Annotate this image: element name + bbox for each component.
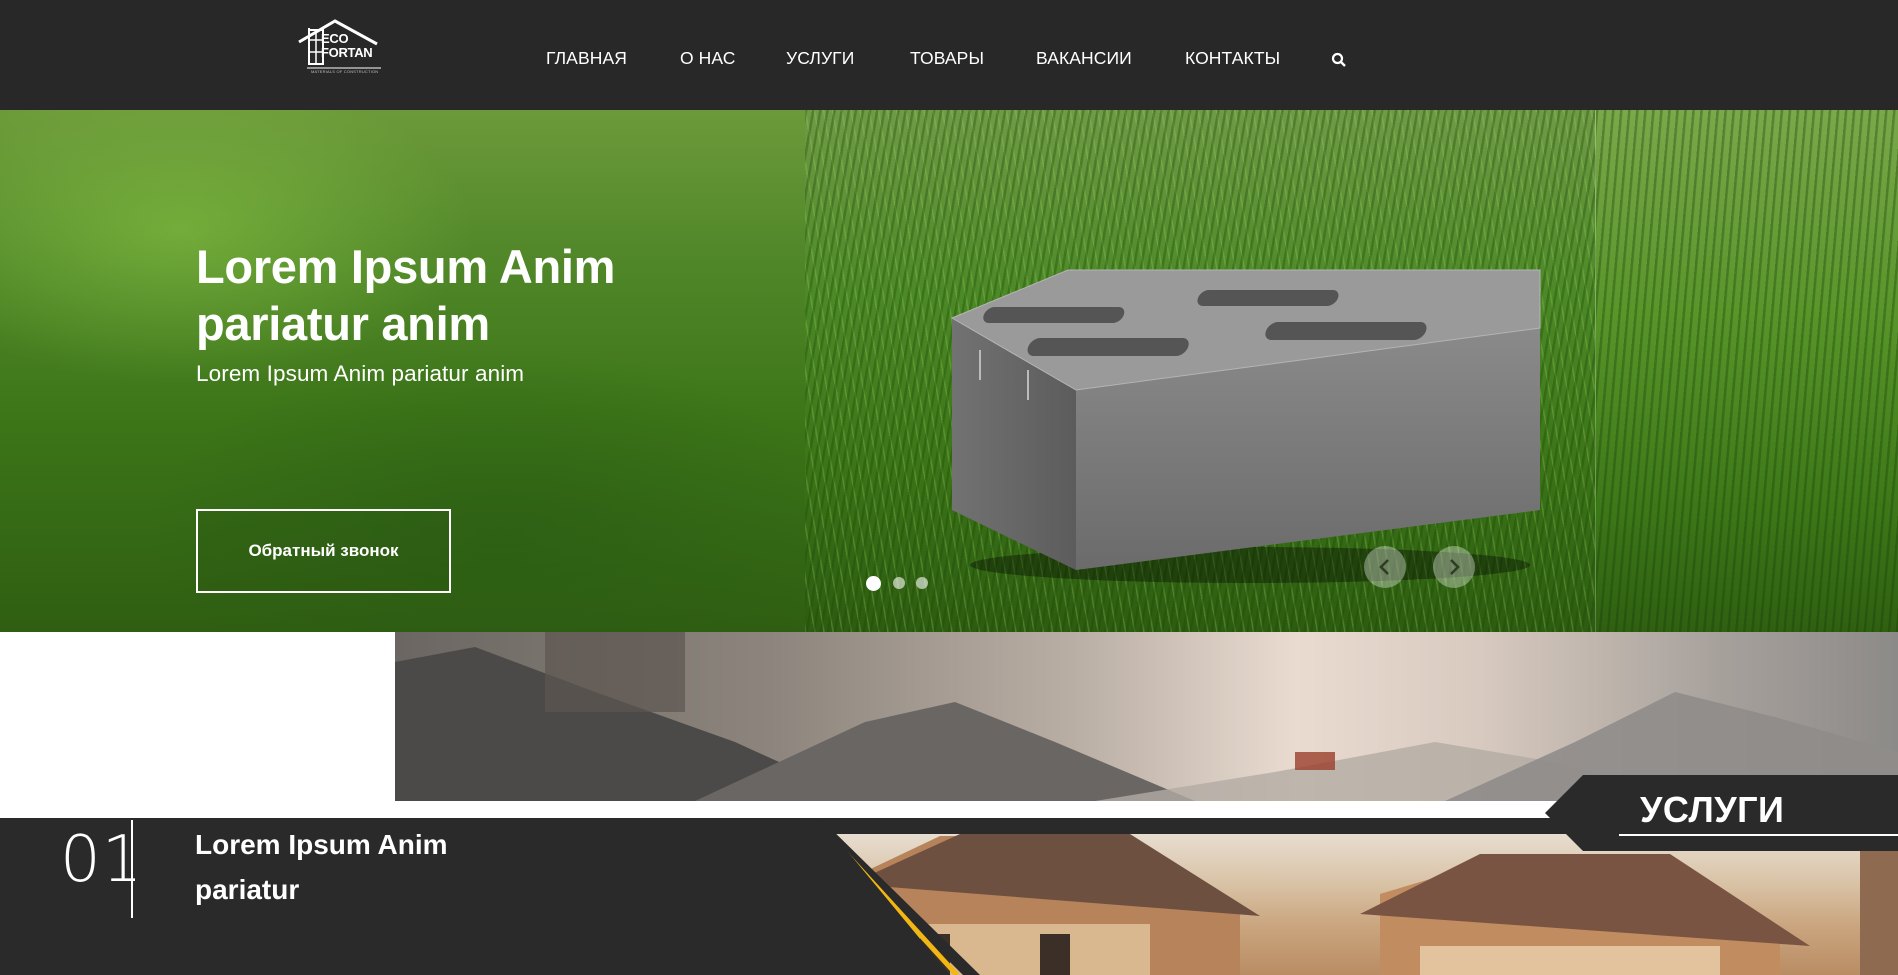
nav-item-contacts[interactable]: КОНТАКТЫ	[1185, 48, 1280, 69]
hero-next-slide-preview	[1595, 110, 1898, 632]
nav-item-products[interactable]: ТОВАРЫ	[910, 48, 984, 69]
nav-item-vacancies[interactable]: ВАКАНСИИ	[1036, 48, 1132, 69]
slider-next-button[interactable]	[1433, 546, 1475, 588]
concrete-block-image	[950, 269, 1541, 583]
slider-dot-3[interactable]	[916, 577, 928, 589]
slider-prev-button[interactable]	[1364, 546, 1406, 588]
hero-title: Lorem Ipsum Anim pariatur anim	[196, 240, 616, 350]
service-number-divider	[131, 820, 133, 918]
search-icon[interactable]	[1331, 52, 1347, 68]
callback-button[interactable]: Обратный звонок	[196, 509, 451, 593]
chevron-left-icon	[1379, 559, 1389, 575]
logo[interactable]: ECO FORTAN MATERIALS OF CONSTRUCTION	[297, 18, 385, 76]
logo-wordmark: ECO FORTAN	[321, 31, 373, 60]
slider-dot-2[interactable]	[893, 577, 905, 589]
hero-slider: Lorem Ipsum Anim pariatur anim Lorem Ips…	[0, 110, 1898, 632]
service-title[interactable]: Lorem Ipsum Anim pariatur	[195, 822, 535, 912]
logo-line-1: ECO	[321, 31, 349, 46]
nav-item-services[interactable]: УСЛУГИ	[786, 48, 854, 69]
logo-line-2: FORTAN	[321, 45, 373, 60]
site-header: ECO FORTAN MATERIALS OF CONSTRUCTION ГЛА…	[0, 0, 1898, 110]
slider-dot-1[interactable]	[866, 576, 881, 591]
logo-tagline: MATERIALS OF CONSTRUCTION	[311, 69, 379, 74]
chevron-right-icon	[1450, 559, 1460, 575]
nav-item-home[interactable]: ГЛАВНАЯ	[546, 48, 627, 69]
accent-diagonal	[805, 818, 980, 975]
nav-item-about[interactable]: О НАС	[680, 48, 736, 69]
services-heading[interactable]: УСЛУГИ	[1640, 789, 1784, 831]
hero-subtitle: Lorem Ipsum Anim pariatur anim	[196, 361, 525, 386]
